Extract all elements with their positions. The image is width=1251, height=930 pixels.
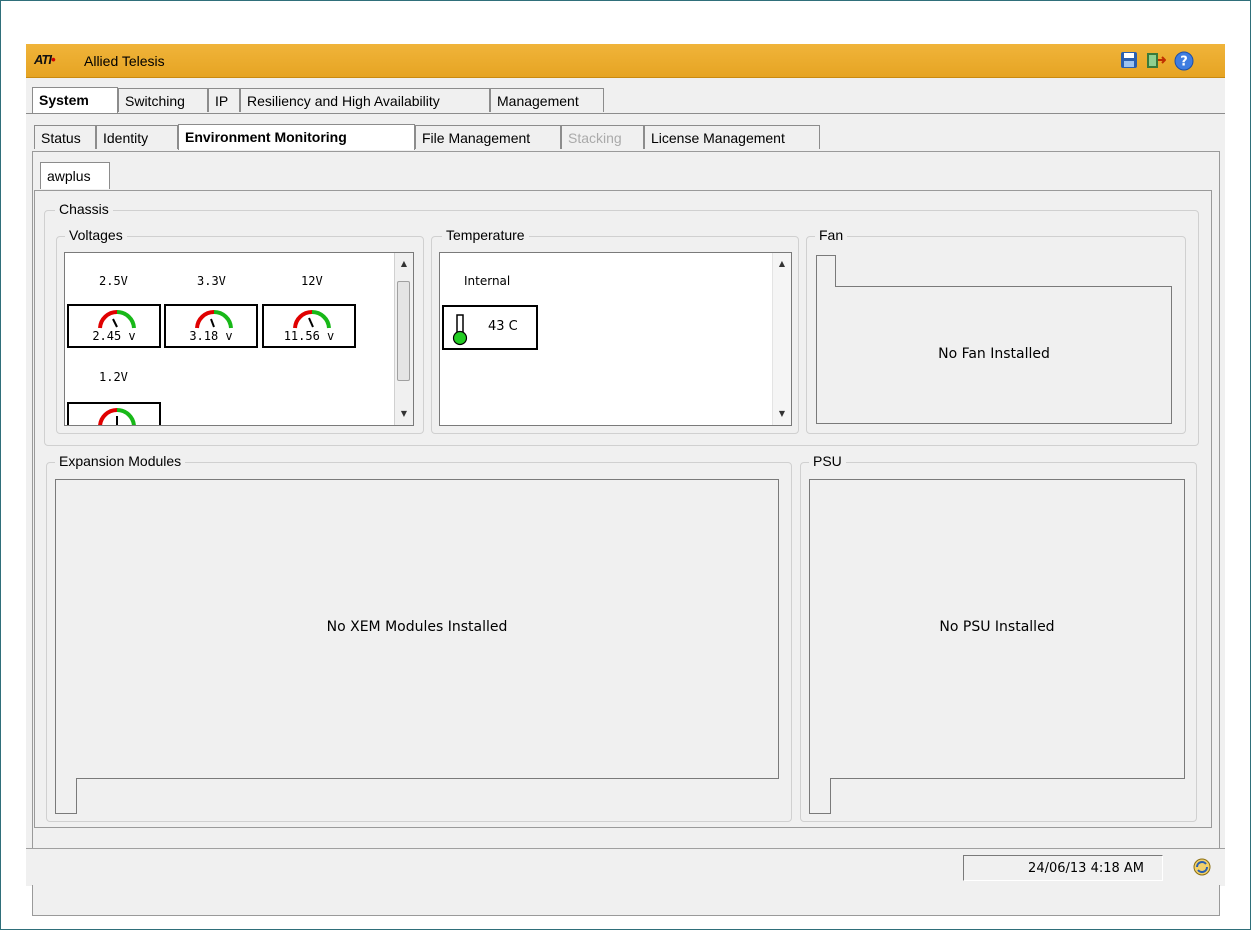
scroll-up-arrow-icon[interactable]: ▲	[395, 255, 413, 273]
psu-message: No PSU Installed	[939, 619, 1055, 635]
status-bar: 24/06/13 4:18 AM	[26, 848, 1225, 885]
temperature-list: Internal 43 C ▲ ▼	[439, 252, 792, 426]
voltage-gauge-12v: 11.56 v	[262, 304, 356, 348]
voltage-value-3-3v: 3.18 v	[189, 329, 233, 343]
temperature-value: 43 C	[488, 319, 518, 334]
voltage-label-3-3v: 3.3V	[197, 274, 226, 288]
fan-tab-stub	[816, 255, 836, 287]
exit-icon[interactable]	[1146, 51, 1167, 69]
help-icon[interactable]: ?	[1174, 51, 1194, 71]
scroll-down-arrow-icon[interactable]: ▼	[395, 405, 413, 423]
tab-environment-monitoring[interactable]: Environment Monitoring	[178, 124, 415, 150]
expansion-tab-stub	[55, 778, 77, 814]
main-tab-divider	[26, 113, 1225, 114]
tab-system[interactable]: System	[32, 87, 118, 113]
save-icon[interactable]	[1120, 51, 1138, 69]
thermometer-icon	[452, 314, 468, 346]
tab-ip[interactable]: IP	[208, 88, 240, 112]
tab-switching[interactable]: Switching	[118, 88, 208, 112]
scroll-thumb[interactable]	[397, 281, 410, 381]
app-title-bar: ATI• Allied Telesis ?	[26, 44, 1225, 78]
tab-status[interactable]: Status	[34, 125, 96, 149]
temperature-legend: Temperature	[442, 227, 529, 243]
datetime-box: 24/06/13 4:18 AM	[963, 855, 1163, 881]
app-title: Allied Telesis	[84, 53, 165, 69]
voltage-label-2-5v: 2.5V	[99, 274, 128, 288]
status-datetime: 24/06/13 4:18 AM	[1028, 861, 1144, 876]
voltage-label-12v: 12V	[301, 274, 323, 288]
expansion-modules-panel: No XEM Modules Installed	[55, 479, 779, 779]
expansion-modules-message: No XEM Modules Installed	[326, 619, 508, 635]
voltage-label-1-2v: 1.2V	[99, 370, 128, 384]
tab-device-awplus[interactable]: awplus	[40, 162, 110, 189]
expansion-modules-legend: Expansion Modules	[55, 453, 186, 469]
tab-management[interactable]: Management	[490, 88, 604, 112]
tab-file-management[interactable]: File Management	[415, 125, 561, 149]
scroll-up-arrow-icon[interactable]: ▲	[773, 255, 791, 273]
tab-resiliency[interactable]: Resiliency and High Availability	[240, 88, 490, 112]
fan-message: No Fan Installed	[938, 346, 1050, 362]
voltage-value-12v: 11.56 v	[283, 329, 335, 343]
svg-text:?: ?	[1180, 55, 1188, 70]
tab-identity[interactable]: Identity	[96, 125, 178, 149]
voltage-gauge-3-3v: 3.18 v	[164, 304, 258, 348]
psu-panel: No PSU Installed	[809, 479, 1185, 779]
voltages-list: 2.5V 3.3V 12V 2.45 v 3.18 v 11.56 v 1.2V…	[64, 252, 414, 426]
allied-telesis-logo: ATI•	[34, 52, 55, 67]
voltage-gauge-1-2v	[67, 402, 161, 425]
scroll-down-arrow-icon[interactable]: ▼	[773, 405, 791, 423]
voltage-gauge-2-5v: 2.45 v	[67, 304, 161, 348]
temperature-gauge: 43 C	[442, 305, 538, 350]
temperature-sensor-name: Internal	[464, 274, 511, 288]
psu-tab-stub	[809, 778, 831, 814]
tab-stacking: Stacking	[561, 125, 644, 149]
voltages-legend: Voltages	[65, 227, 127, 243]
chassis-legend: Chassis	[55, 201, 113, 217]
voltages-scrollbar[interactable]: ▲ ▼	[394, 253, 413, 425]
refresh-icon[interactable]	[1192, 857, 1212, 877]
tab-license-management[interactable]: License Management	[644, 125, 820, 149]
voltage-value-2-5v: 2.45 v	[92, 329, 136, 343]
fan-legend: Fan	[815, 227, 848, 243]
psu-legend: PSU	[809, 453, 846, 469]
temperature-scrollbar[interactable]: ▲ ▼	[772, 253, 791, 425]
fan-panel: No Fan Installed	[816, 286, 1172, 424]
